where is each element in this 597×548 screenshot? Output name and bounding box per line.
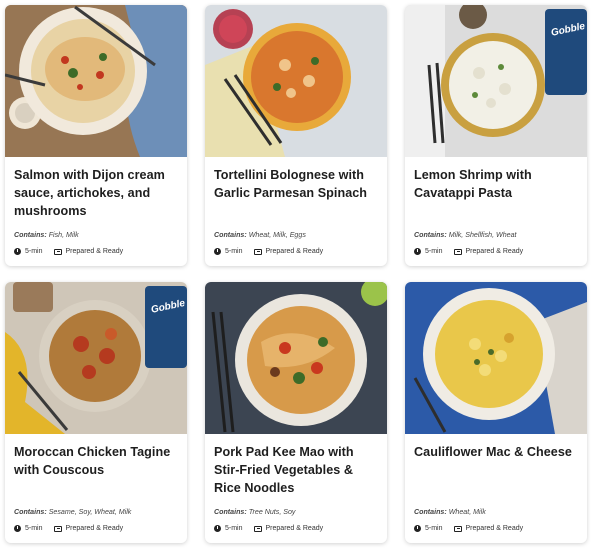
allergen-info: Contains: Fish, Milk (14, 231, 79, 239)
prep-time: 5-min (425, 525, 443, 532)
prep-type: Prepared & Ready (265, 248, 324, 255)
allergen-info: Contains: Wheat, Milk, Eggs (214, 231, 306, 239)
allergen-list: Milk, Shellfish, Wheat (448, 231, 517, 239)
meal-box-icon (253, 525, 262, 532)
allergen-info: Contains: Milk, Shellfish, Wheat (414, 231, 517, 239)
meal-grid: Salmon with Dijon cream sauce, artichoke… (0, 0, 597, 548)
prep-type: Prepared & Ready (465, 248, 524, 255)
meal-card[interactable]: Cauliflower Mac & Cheese Contains: Wheat… (405, 282, 587, 543)
contains-label: Contains: (14, 508, 47, 516)
clock-icon (414, 248, 421, 255)
meal-card[interactable]: Gobble Lemon Shrimp with Cavatappi Pasta… (405, 5, 587, 266)
meal-photo (405, 282, 587, 434)
allergen-list: Wheat, Milk (448, 508, 486, 516)
meal-title: Moroccan Chicken Tagine with Couscous (14, 445, 171, 477)
allergen-list: Sesame, Soy, Wheat, Milk (48, 508, 132, 516)
meal-photo: Gobble (405, 5, 587, 157)
meal-meta: 5-min Prepared & Ready (214, 525, 323, 532)
meal-box-icon (453, 525, 462, 532)
contains-label: Contains: (214, 231, 247, 239)
prep-time: 5-min (25, 248, 43, 255)
allergen-list: Fish, Milk (48, 231, 79, 239)
meal-meta: 5-min Prepared & Ready (14, 248, 123, 255)
meal-card[interactable]: Tortellini Bolognese with Garlic Parmesa… (205, 5, 387, 266)
prep-type: Prepared & Ready (465, 525, 524, 532)
allergen-info: Contains: Sesame, Soy, Wheat, Milk (14, 508, 131, 516)
prep-time: 5-min (25, 525, 43, 532)
clock-icon (414, 525, 421, 532)
prep-type: Prepared & Ready (65, 525, 124, 532)
meal-meta: 5-min Prepared & Ready (414, 248, 523, 255)
meal-box-icon (53, 248, 62, 255)
meal-photo (5, 5, 187, 157)
contains-label: Contains: (214, 508, 247, 516)
clock-icon (214, 248, 221, 255)
contains-label: Contains: (414, 508, 447, 516)
prep-time: 5-min (425, 248, 443, 255)
prep-type: Prepared & Ready (265, 525, 324, 532)
meal-meta: 5-min Prepared & Ready (214, 248, 323, 255)
meal-title: Lemon Shrimp with Cavatappi Pasta (414, 168, 532, 200)
prep-time: 5-min (225, 248, 243, 255)
clock-icon (14, 248, 21, 255)
prep-time: 5-min (225, 525, 243, 532)
meal-card[interactable]: Salmon with Dijon cream sauce, artichoke… (5, 5, 187, 266)
contains-label: Contains: (14, 231, 47, 239)
meal-box-icon (53, 525, 62, 532)
meal-meta: 5-min Prepared & Ready (414, 525, 523, 532)
allergen-list: Wheat, Milk, Eggs (248, 231, 306, 239)
prep-type: Prepared & Ready (65, 248, 124, 255)
clock-icon (214, 525, 221, 532)
meal-title: Tortellini Bolognese with Garlic Parmesa… (214, 168, 368, 200)
contains-label: Contains: (414, 231, 447, 239)
meal-meta: 5-min Prepared & Ready (14, 525, 123, 532)
clock-icon (14, 525, 21, 532)
allergen-info: Contains: Tree Nuts, Soy (214, 508, 295, 516)
meal-card[interactable]: Gobble Moroccan Chicken Tagine with Cous… (5, 282, 187, 543)
meal-title: Salmon with Dijon cream sauce, artichoke… (14, 168, 165, 218)
meal-photo (205, 5, 387, 157)
meal-photo (205, 282, 387, 434)
allergen-list: Tree Nuts, Soy (248, 508, 296, 516)
allergen-info: Contains: Wheat, Milk (414, 508, 486, 516)
meal-title: Cauliflower Mac & Cheese (414, 445, 572, 459)
meal-box-icon (253, 248, 262, 255)
meal-title: Pork Pad Kee Mao with Stir-Fried Vegetab… (214, 445, 354, 495)
meal-photo: Gobble (5, 282, 187, 434)
meal-box-icon (453, 248, 462, 255)
meal-card[interactable]: Pork Pad Kee Mao with Stir-Fried Vegetab… (205, 282, 387, 543)
